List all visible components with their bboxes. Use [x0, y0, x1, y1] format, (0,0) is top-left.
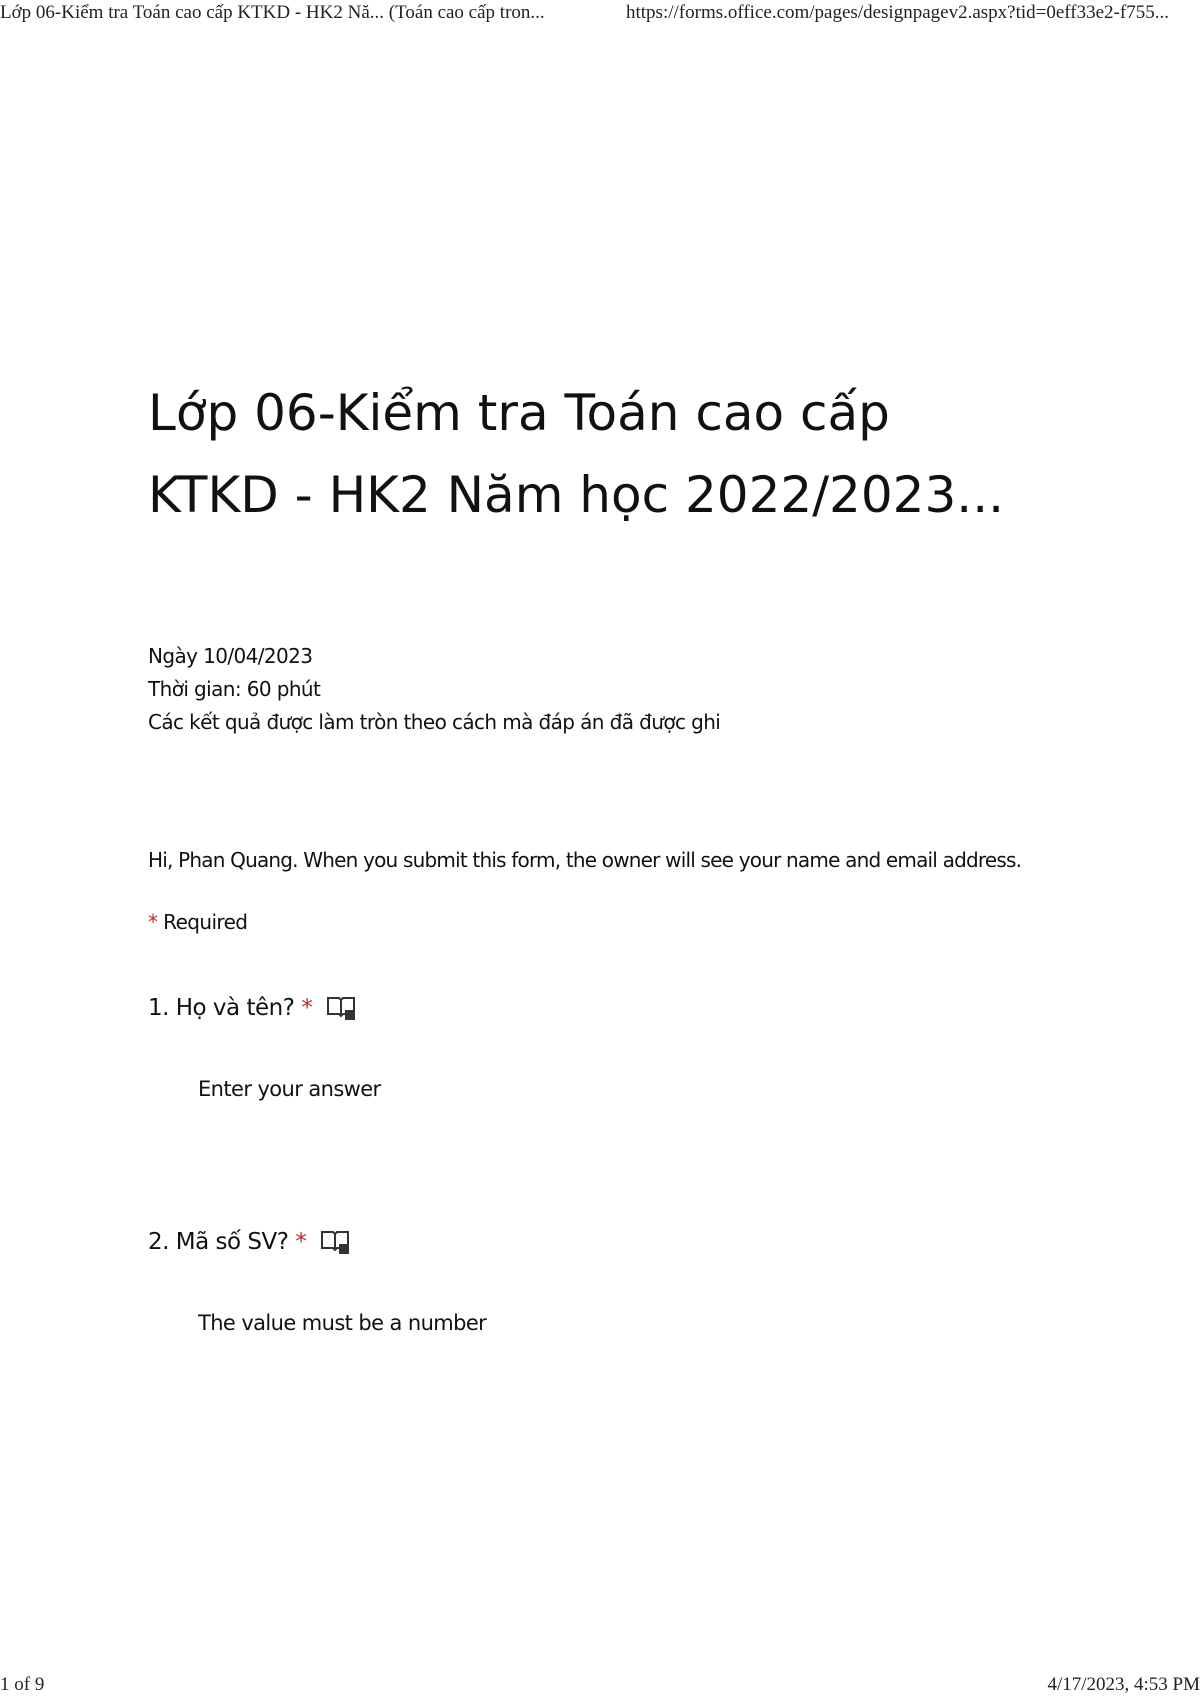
question-2-label: 2. Mã số SV?	[148, 1229, 289, 1255]
form-title-line-1: Lớp 06-Kiểm tra Toán cao cấp	[148, 384, 890, 442]
form-title: Lớp 06-Kiểm tra Toán cao cấp KTKD - HK2 …	[148, 372, 1048, 536]
form-description: Ngày 10/04/2023 Thời gian: 60 phút Các k…	[148, 640, 1048, 739]
question-2-required-mark: *	[295, 1229, 307, 1255]
required-asterisk: *	[148, 910, 158, 934]
print-page-title: Lớp 06-Kiểm tra Toán cao cấp KTKD - HK2 …	[0, 2, 545, 23]
required-label: Required	[163, 910, 248, 934]
print-footer: 1 of 9 4/17/2023, 4:53 PM	[0, 1674, 1200, 1698]
question-1-label: 1. Họ và tên?	[148, 995, 295, 1021]
identity-notice: Hi, Phan Quang. When you submit this for…	[148, 848, 1022, 872]
description-rounding-note: Các kết quả được làm tròn theo cách mà đ…	[148, 710, 721, 734]
question-2-answer-input[interactable]	[180, 1301, 880, 1345]
immersive-reader-icon[interactable]	[320, 1229, 350, 1255]
description-duration: Thời gian: 60 phút	[148, 677, 321, 701]
required-note: * Required	[148, 910, 248, 934]
print-timestamp: 4/17/2023, 4:53 PM	[1047, 1674, 1200, 1695]
question-1-required-mark: *	[301, 995, 313, 1021]
description-date: Ngày 10/04/2023	[148, 644, 313, 668]
print-page-url: https://forms.office.com/pages/designpag…	[626, 2, 1169, 23]
form-title-line-2: KTKD - HK2 Năm học 2022/2023...	[148, 466, 1004, 524]
print-page-count: 1 of 9	[0, 1674, 45, 1695]
question-1: 1. Họ và tên? *	[148, 995, 356, 1021]
question-1-answer-input[interactable]	[180, 1067, 880, 1111]
immersive-reader-icon[interactable]	[326, 995, 356, 1021]
print-header: Lớp 06-Kiểm tra Toán cao cấp KTKD - HK2 …	[0, 2, 1200, 26]
question-2: 2. Mã số SV? *	[148, 1229, 350, 1255]
